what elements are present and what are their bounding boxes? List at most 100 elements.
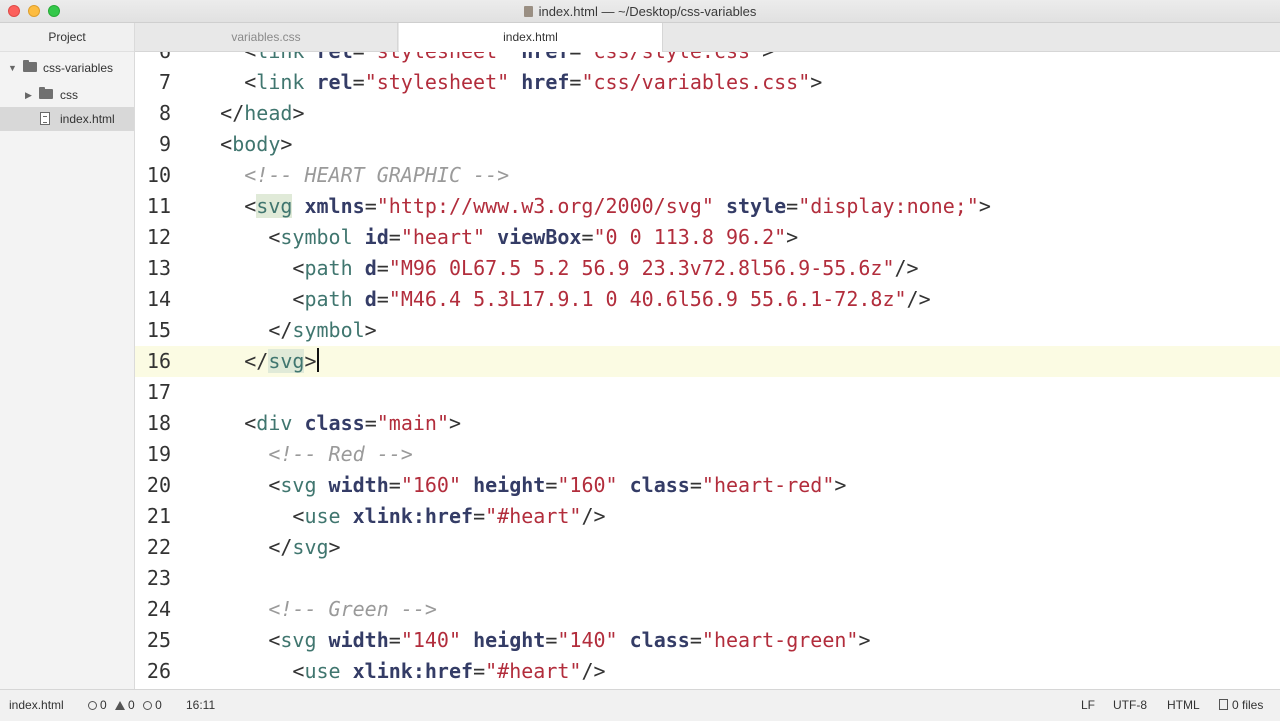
code-line[interactable]: 22 </svg> (135, 532, 1280, 563)
code-token: class (304, 411, 365, 435)
line-number[interactable]: 20 (135, 470, 171, 501)
tab-index-html[interactable]: index.html (399, 23, 663, 52)
code-line[interactable]: 12 <symbol id="heart" viewBox="0 0 113.8… (135, 222, 1280, 253)
line-number[interactable]: 13 (135, 253, 171, 284)
line-number[interactable]: 21 (135, 501, 171, 532)
code-line[interactable]: 9 <body> (135, 129, 1280, 160)
code-line[interactable]: 21 <use xlink:href="#heart"/> (135, 501, 1280, 532)
code-token: < (268, 225, 281, 249)
code-line[interactable]: 13 <path d="M96 0L67.5 5.2 56.9 23.3v72.… (135, 253, 1280, 284)
code-token: "M46.4 5.3L17.9.1 0 40.6l56.9 55.6.1-72.… (388, 287, 907, 311)
code-token: "160" (557, 473, 618, 497)
code-line[interactable]: 26 <use xlink:href="#heart"/> (135, 656, 1280, 687)
code-token: = (545, 628, 558, 652)
code-editor[interactable]: 6 <link rel="stylesheet" href="css/style… (135, 52, 1280, 689)
code-line[interactable]: 11 <svg xmlns="http://www.w3.org/2000/sv… (135, 191, 1280, 222)
line-number[interactable]: 14 (135, 284, 171, 315)
line-number[interactable]: 9 (135, 129, 171, 160)
code-token: "#heart" (485, 659, 582, 683)
line-number[interactable]: 24 (135, 594, 171, 625)
code-token: use (304, 504, 341, 528)
code-token: "stylesheet" (365, 52, 510, 63)
line-number[interactable]: 7 (135, 67, 171, 98)
line-number[interactable]: 23 (135, 563, 171, 594)
code-token: symbol (292, 318, 365, 342)
code-line[interactable]: 16 </svg> (135, 346, 1280, 377)
window-title: index.html — ~/Desktop/css-variables (538, 4, 757, 19)
line-number[interactable]: 22 (135, 532, 171, 563)
project-panel-header[interactable]: Project (0, 23, 134, 52)
line-ending-selector[interactable]: LF (1081, 690, 1095, 721)
code-line[interactable]: 7 <link rel="stylesheet" href="css/varia… (135, 67, 1280, 98)
line-number[interactable]: 16 (135, 346, 171, 377)
code-token: <!-- Green --> (268, 597, 437, 621)
code-token: > (364, 318, 377, 342)
code-token: id (364, 225, 389, 249)
code-line[interactable]: 25 <svg width="140" height="140" class="… (135, 625, 1280, 656)
tree-item-css-variables[interactable]: ▼ css-variables (0, 56, 134, 80)
line-number[interactable]: 15 (135, 315, 171, 346)
tree-item-index-html[interactable]: index.html (0, 107, 134, 131)
status-bar: index.html 0 0 0 16:11 LF UTF-8 HTML 0 f… (0, 689, 1280, 721)
line-number[interactable]: 26 (135, 656, 171, 687)
code-token: rel (317, 52, 353, 63)
code-token: = (364, 411, 377, 435)
code-token: svg (280, 628, 317, 652)
line-number[interactable]: 8 (135, 98, 171, 129)
code-token: > (810, 70, 823, 94)
code-line[interactable]: 17 (135, 377, 1280, 408)
code-token: d (364, 256, 377, 280)
grammar-selector[interactable]: HTML (1167, 690, 1200, 721)
code-line[interactable]: 14 <path d="M46.4 5.3L17.9.1 0 40.6l56.9… (135, 284, 1280, 315)
code-token: = (376, 256, 389, 280)
info-icon (143, 701, 153, 710)
code-token: < (292, 504, 305, 528)
line-number[interactable]: 11 (135, 191, 171, 222)
code-token: = (545, 473, 558, 497)
line-number[interactable]: 18 (135, 408, 171, 439)
chevron-down-icon[interactable]: ▼ (8, 56, 17, 80)
code-text: </svg> (172, 346, 319, 377)
code-line[interactable]: 19 <!-- Red --> (135, 439, 1280, 470)
code-token: head (244, 101, 293, 125)
code-text: <svg width="160" height="160" class="hea… (172, 470, 846, 501)
line-number[interactable]: 25 (135, 625, 171, 656)
encoding-selector[interactable]: UTF-8 (1113, 690, 1147, 721)
code-token: "0 0 113.8 96.2" (593, 225, 787, 249)
info-count: 0 (155, 698, 162, 712)
code-token: style (725, 194, 787, 218)
cursor-position[interactable]: 16:11 (186, 690, 215, 721)
tab-variables-css[interactable]: variables.css (135, 23, 398, 51)
code-token: "main" (376, 411, 449, 435)
code-line[interactable]: 8 </head> (135, 98, 1280, 129)
diagnostics-summary[interactable]: 0 0 0 (88, 690, 162, 721)
code-token: class (629, 628, 690, 652)
document-icon (523, 6, 533, 17)
line-number[interactable]: 10 (135, 160, 171, 191)
tab-bar: variables.css index.html (135, 23, 1280, 52)
line-number[interactable]: 19 (135, 439, 171, 470)
tree-item-css[interactable]: ▶ css (0, 83, 134, 107)
code-line[interactable]: 10 <!-- HEART GRAPHIC --> (135, 160, 1280, 191)
code-token: > (786, 225, 799, 249)
git-files-status[interactable]: 0 files (1219, 690, 1263, 721)
code-token: path (304, 287, 353, 311)
line-number[interactable]: 6 (135, 52, 171, 67)
code-text: <link rel="stylesheet" href="css/variabl… (172, 67, 822, 98)
code-line[interactable]: 15 </symbol> (135, 315, 1280, 346)
code-line[interactable]: 23 (135, 563, 1280, 594)
line-number[interactable]: 12 (135, 222, 171, 253)
code-token: < (292, 287, 305, 311)
line-number[interactable]: 17 (135, 377, 171, 408)
code-line[interactable]: 24 <!-- Green --> (135, 594, 1280, 625)
code-line[interactable]: 20 <svg width="160" height="160" class="… (135, 470, 1280, 501)
code-text: <svg width="140" height="140" class="hea… (172, 625, 870, 656)
status-file-name[interactable]: index.html (9, 690, 64, 721)
chevron-right-icon[interactable]: ▶ (25, 83, 32, 107)
code-line[interactable]: 18 <div class="main"> (135, 408, 1280, 439)
code-line[interactable]: 6 <link rel="stylesheet" href="css/style… (135, 52, 1280, 67)
